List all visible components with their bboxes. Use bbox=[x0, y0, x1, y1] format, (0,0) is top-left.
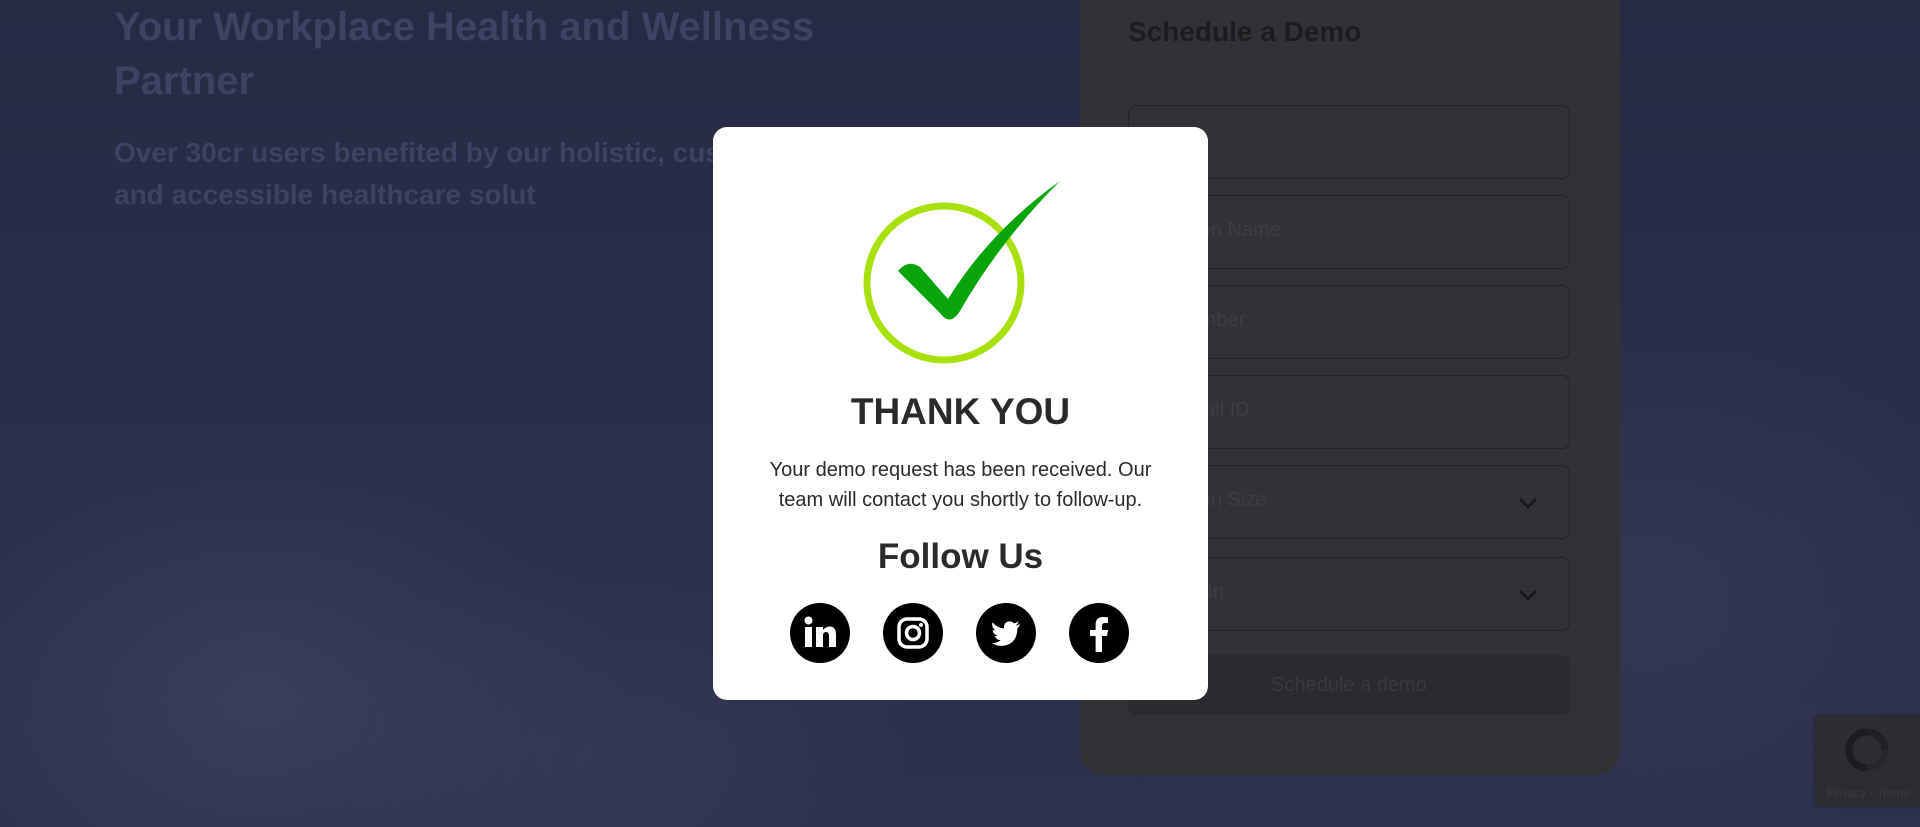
linkedin-link[interactable] bbox=[790, 603, 850, 663]
success-check-icon bbox=[863, 181, 1060, 364]
instagram-icon bbox=[897, 617, 929, 649]
twitter-link[interactable] bbox=[976, 603, 1036, 663]
follow-us-heading: Follow Us bbox=[877, 537, 1044, 576]
twitter-icon bbox=[991, 621, 1020, 646]
recaptcha-icon bbox=[1845, 728, 1889, 772]
facebook-link[interactable] bbox=[1069, 603, 1129, 663]
form-title: Schedule a Demo bbox=[1128, 16, 1362, 47]
chevron-down-icon bbox=[1518, 497, 1538, 510]
facebook-icon bbox=[1090, 617, 1108, 652]
recaptcha-badge[interactable]: Privacy - Terms bbox=[1815, 716, 1920, 806]
chevron-down-icon bbox=[1518, 589, 1538, 602]
linkedin-icon bbox=[804, 616, 836, 647]
thank-you-modal: THANK YOU Your demo request has been rec… bbox=[713, 127, 1208, 700]
modal-message: Your demo request has been received. Our… bbox=[769, 459, 1152, 511]
instagram-link[interactable] bbox=[883, 603, 943, 663]
social-links bbox=[790, 603, 1129, 663]
recaptcha-links[interactable]: Privacy - Terms bbox=[1827, 786, 1909, 800]
hero-title: Your Workplace Health and Wellness Partn… bbox=[114, 5, 815, 103]
modal-title: THANK YOU bbox=[850, 391, 1071, 432]
